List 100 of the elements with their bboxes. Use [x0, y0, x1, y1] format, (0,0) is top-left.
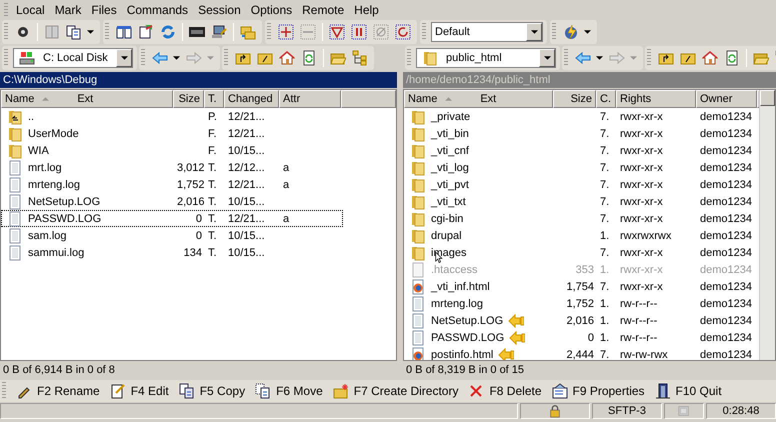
sync-icon	[160, 24, 176, 40]
column-header[interactable]: Attr	[279, 90, 341, 108]
file-icon	[7, 160, 23, 176]
file-row[interactable]: NetSetup.LOG 2,016 1. rw-r--r-- demo1234	[404, 312, 759, 329]
file-row[interactable]: UserMode F. 12/21...	[1, 125, 343, 142]
table-cell-text: a	[282, 162, 290, 174]
command-button[interactable]: F9 Properties	[546, 382, 648, 400]
column-header[interactable]: Name Ext	[404, 90, 553, 108]
column-header[interactable]: Name Ext	[1, 90, 173, 108]
menu-item[interactable]: Session	[193, 0, 246, 18]
window-icon	[677, 404, 691, 418]
file-row[interactable]: sam.log 0 T. 10/15...	[1, 227, 343, 244]
dropdown-icon	[530, 30, 538, 34]
computer-button[interactable]	[209, 23, 229, 41]
home-button[interactable]	[700, 49, 720, 67]
gear-icon	[15, 24, 31, 40]
table-cell-text: 7.	[599, 196, 610, 208]
command-button[interactable]: F7 Create Directory	[328, 382, 462, 400]
table-cell-text: 7.	[599, 247, 610, 259]
menu-item[interactable]: Local	[11, 0, 50, 18]
file-row[interactable]: _vti_bin 7. rwxr-xr-x demo1234	[404, 125, 759, 142]
file-row[interactable]: _vti_cnf 7. rwxr-xr-x demo1234	[404, 142, 759, 159]
table-cell-text: demo1234	[699, 145, 753, 157]
table-cell-text: 7.	[599, 281, 610, 293]
command-button[interactable]: F6 Move	[250, 382, 326, 400]
back-icon	[575, 50, 591, 66]
table-cell-text: 12/21...	[227, 179, 266, 191]
folder-icon	[410, 211, 426, 227]
file-row[interactable]: postinfo.html 2,444 7. rw-rw-rwx demo1234	[404, 346, 759, 360]
table-cell-text: 134	[182, 247, 203, 259]
command-button[interactable]: F5 Copy	[174, 382, 248, 400]
back-button[interactable]	[573, 49, 605, 67]
table-cell-text: 7.	[599, 179, 610, 191]
menu-item[interactable]: Options	[246, 0, 298, 18]
column-label: Ext	[480, 93, 496, 105]
file-row[interactable]: cgi-bin 7. rwxr-xr-x demo1234	[404, 210, 759, 227]
copy-icon	[66, 24, 82, 40]
copy-button[interactable]	[64, 23, 96, 41]
file-row[interactable]: images 7. rwxr-xr-x demo1234	[404, 244, 759, 261]
file-icon	[410, 296, 426, 312]
table-cell-text: demo1234	[699, 111, 753, 123]
menu-item[interactable]: Commands	[122, 0, 194, 18]
scrollbar[interactable]	[759, 90, 775, 360]
command-button[interactable]: F2 Rename	[11, 382, 103, 400]
file-row[interactable]: sammui.log 134 T. 10/15...	[1, 244, 343, 261]
file-row[interactable]: mrteng.log 1,752 T. 12/21... a	[1, 176, 343, 193]
file-row[interactable]: _vti_pvt 7. rwxr-xr-x demo1234	[404, 176, 759, 193]
menu-item[interactable]: Help	[349, 0, 384, 18]
file-icon	[7, 211, 23, 227]
command-button[interactable]: F4 Edit	[104, 382, 172, 400]
column-header[interactable]: Size	[553, 90, 596, 108]
column-header[interactable]: C.	[596, 90, 616, 108]
column-header[interactable]: Size	[173, 90, 204, 108]
file-row[interactable]: NetSetup.LOG 2,016 T. 10/15...	[1, 193, 343, 210]
file-row[interactable]: _vti_inf.html 1,754 7. rwxr-xr-x demo1234	[404, 278, 759, 295]
file-row[interactable]: mrteng.log 1,752 1. rw-r--r-- demo1234	[404, 295, 759, 312]
table-cell-text: rwxr-xr-x	[619, 213, 664, 225]
table-cell-text: 7.	[599, 145, 610, 157]
caret-icon	[173, 56, 180, 60]
file-row[interactable]: mrt.log 3,012 T. 12/12... a	[1, 159, 343, 176]
filter-button[interactable]	[327, 23, 347, 41]
drive-combo[interactable]: C: Local Disk	[13, 48, 133, 68]
menu-item[interactable]: Remote	[297, 0, 350, 18]
file-row[interactable]: PASSWD.LOG 0 T. 12/21... a	[1, 210, 343, 227]
select-button[interactable]	[276, 23, 296, 41]
menu-item[interactable]: Files	[86, 0, 122, 18]
column-header[interactable]: Changed	[224, 90, 279, 108]
file-row[interactable]: _vti_txt 7. rwxr-xr-x demo1234	[404, 193, 759, 210]
file-row[interactable]: _private 7. rwxr-xr-x demo1234	[404, 108, 759, 125]
command-button[interactable]: F10 Quit	[650, 382, 725, 400]
file-name: PASSWD.LOG	[431, 332, 504, 344]
table-cell-text: T.	[207, 179, 218, 191]
table-cell-text: 0	[194, 230, 203, 242]
lock-icon	[548, 404, 562, 418]
compare-button[interactable]	[114, 23, 134, 41]
column-header[interactable]: T.	[204, 90, 224, 108]
file-row[interactable]: WIA F. 10/15...	[1, 142, 343, 159]
file-row[interactable]: .. P. 12/21...	[1, 108, 343, 125]
home-button[interactable]	[277, 49, 297, 67]
file-name: PASSWD.LOG	[28, 213, 102, 225]
file-row[interactable]: PASSWD.LOG 0 1. rw-r--r-- demo1234	[404, 329, 759, 346]
drive-combo[interactable]: public_html	[416, 48, 556, 68]
table-cell-text: 10/15...	[227, 230, 266, 242]
tree-icon	[352, 50, 368, 66]
file-name: _vti_pvt	[431, 179, 469, 191]
file-row[interactable]: _vti_log 7. rwxr-xr-x demo1234	[404, 159, 759, 176]
session-combo[interactable]: Default	[431, 22, 543, 42]
back-button[interactable]	[150, 49, 182, 67]
command-button[interactable]: F8 Delete	[463, 382, 544, 400]
invert-button[interactable]	[393, 23, 413, 41]
column-header[interactable]: Owner	[696, 90, 757, 108]
menu-item[interactable]: Mark	[50, 0, 86, 18]
properties-icon	[552, 383, 568, 399]
table-cell-text: a	[282, 213, 290, 225]
select-icon	[278, 24, 294, 40]
new-folder-icon	[332, 383, 349, 399]
column-header[interactable]: Rights	[616, 90, 696, 108]
file-row[interactable]: drupal 1. rwxrwxrwx demo1234	[404, 227, 759, 244]
sort-icon	[42, 97, 50, 101]
forward-icon	[609, 50, 625, 66]
